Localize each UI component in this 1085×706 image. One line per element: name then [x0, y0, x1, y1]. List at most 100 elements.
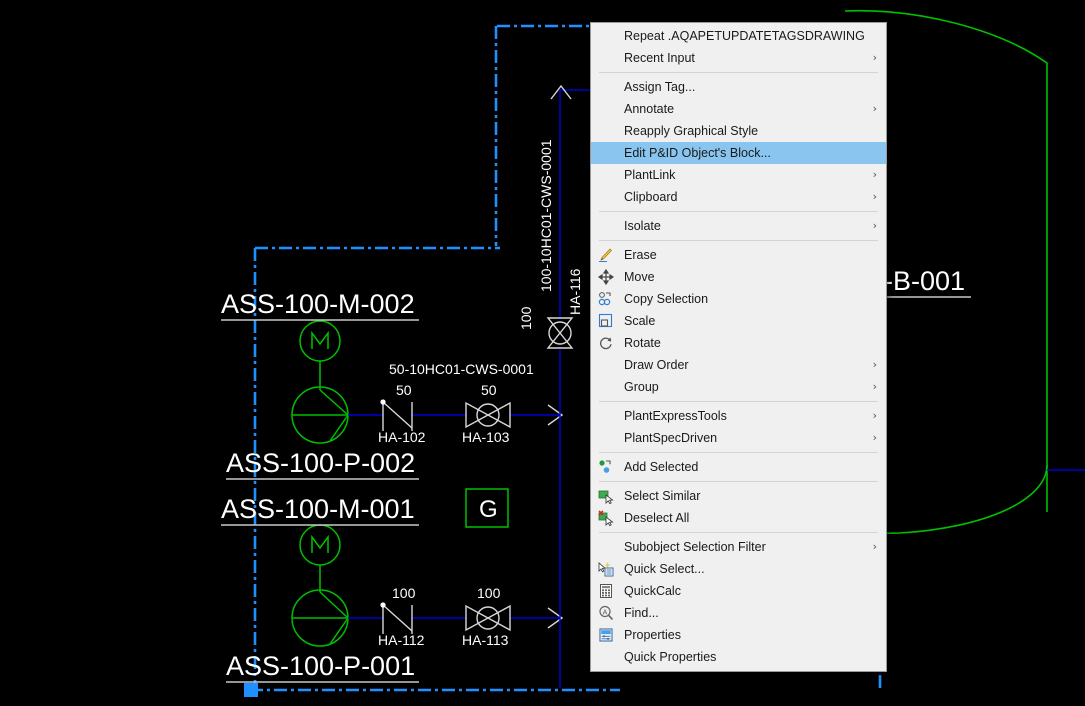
- check-valve-ha-112: [380, 602, 413, 634]
- chevron-right-icon: ›: [872, 190, 877, 203]
- menu-item-edit-pid-objects-block[interactable]: Edit P&ID Object's Block...: [591, 142, 886, 164]
- menu-item-scale[interactable]: Scale: [591, 310, 886, 332]
- tag-text: ASS-100-P-002: [226, 448, 415, 478]
- menu-item-label: Clipboard: [624, 190, 678, 204]
- copy-selection-icon: [598, 291, 614, 307]
- menu-item-properties[interactable]: Properties: [591, 624, 886, 646]
- context-menu[interactable]: Repeat .AQAPETUPDATETAGSDRAWING Recent In…: [590, 22, 887, 672]
- chevron-right-icon: ›: [872, 431, 877, 444]
- menu-item-label: Move: [624, 270, 655, 284]
- menu-item-rotate[interactable]: Rotate: [591, 332, 886, 354]
- menu-item-label: QuickCalc: [624, 584, 681, 598]
- menu-item-plantlink[interactable]: PlantLink ›: [591, 164, 886, 186]
- menu-item-label: Repeat .AQAPETUPDATETAGSDRAWING: [624, 29, 865, 43]
- menu-item-label: PlantExpressTools: [624, 409, 727, 423]
- valve-tag-ha-103: HA-103: [462, 429, 510, 445]
- menu-item-repeat-command[interactable]: Repeat .AQAPETUPDATETAGSDRAWING: [591, 25, 886, 47]
- menu-item-label: Scale: [624, 314, 656, 328]
- menu-item-label: Quick Select...: [624, 562, 705, 576]
- menu-item-quick-select[interactable]: Quick Select...: [591, 558, 886, 580]
- menu-item-isolate[interactable]: Isolate ›: [591, 215, 886, 237]
- tag-text: ASS-100-M-002: [221, 289, 415, 319]
- pipe-tag-50-10hc01-cws-0001: 50-10HC01-CWS-0001: [389, 361, 534, 377]
- motor-m-002: [299, 320, 341, 390]
- menu-item-label: Annotate: [624, 102, 675, 116]
- size-label-100-a: 100: [392, 585, 416, 601]
- chevron-right-icon: ›: [872, 358, 877, 371]
- menu-item-erase[interactable]: Erase: [591, 244, 886, 266]
- menu-item-plantexpresstools[interactable]: PlantExpressTools ›: [591, 405, 886, 427]
- tag-text: -B-001: [884, 266, 965, 296]
- menu-item-label: Reapply Graphical Style: [624, 124, 759, 138]
- chevron-right-icon: ›: [872, 540, 877, 553]
- chevron-right-icon: ›: [872, 51, 877, 64]
- drawing-canvas[interactable]: G ASS-100-M-002 ASS-100-P-002 ASS-100-M-…: [0, 0, 1085, 706]
- menu-item-label: Quick Properties: [624, 650, 717, 664]
- menu-item-label: Isolate: [624, 219, 661, 233]
- menu-item-label: Copy Selection: [624, 292, 709, 306]
- scale-icon: [598, 313, 614, 329]
- menu-item-move[interactable]: Move: [591, 266, 886, 288]
- menu-separator: [599, 532, 878, 533]
- menu-item-label: Assign Tag...: [624, 80, 696, 94]
- menu-separator: [599, 72, 878, 73]
- autocad-plant3d-window: G ASS-100-M-002 ASS-100-P-002 ASS-100-M-…: [0, 0, 1085, 706]
- move-icon: [598, 269, 614, 285]
- menu-item-label: Draw Order: [624, 358, 689, 372]
- menu-item-label: Recent Input: [624, 51, 695, 65]
- menu-item-label: PlantSpecDriven: [624, 431, 718, 445]
- menu-item-plantspecdriven[interactable]: PlantSpecDriven ›: [591, 427, 886, 449]
- menu-item-subobject-selection-filter[interactable]: Subobject Selection Filter ›: [591, 536, 886, 558]
- find-icon: A: [598, 605, 614, 621]
- instrument-g-letter: G: [479, 496, 498, 523]
- menu-separator: [599, 211, 878, 212]
- menu-item-label: Edit P&ID Object's Block...: [624, 146, 771, 160]
- menu-item-assign-tag[interactable]: Assign Tag...: [591, 76, 886, 98]
- menu-item-label: Deselect All: [624, 511, 690, 525]
- chevron-right-icon: ›: [872, 219, 877, 232]
- menu-item-select-similar[interactable]: Select Similar: [591, 485, 886, 507]
- menu-item-quickcalc[interactable]: QuickCalc: [591, 580, 886, 602]
- menu-item-draw-order[interactable]: Draw Order ›: [591, 354, 886, 376]
- size-label-100-header: 100: [518, 306, 534, 330]
- flow-arrow-header-top: [550, 84, 572, 100]
- menu-separator: [599, 401, 878, 402]
- menu-item-quick-properties[interactable]: Quick Properties: [591, 646, 886, 668]
- properties-icon: [598, 627, 614, 643]
- tag-text: ASS-100-P-001: [226, 651, 415, 681]
- menu-item-clipboard[interactable]: Clipboard ›: [591, 186, 886, 208]
- svg-text:A: A: [603, 610, 608, 617]
- pump-p-001: [291, 589, 349, 647]
- valve-ha-113: [465, 604, 511, 632]
- pipe-tag-100-10hc01-cws-0001: 100-10HC01-CWS-0001: [538, 139, 554, 292]
- menu-separator: [599, 452, 878, 453]
- size-label-50-b: 50: [481, 382, 497, 398]
- valve-tag-ha-113: HA-113: [462, 632, 509, 648]
- menu-separator: [599, 240, 878, 241]
- chevron-right-icon: ›: [872, 380, 877, 393]
- menu-item-find[interactable]: A Find...: [591, 602, 886, 624]
- menu-item-copy-selection[interactable]: Copy Selection: [591, 288, 886, 310]
- size-label-50-a: 50: [396, 382, 412, 398]
- menu-item-recent-input[interactable]: Recent Input ›: [591, 47, 886, 69]
- menu-separator: [599, 481, 878, 482]
- chevron-right-icon: ›: [872, 409, 877, 422]
- menu-item-label: PlantLink: [624, 168, 676, 182]
- chevron-right-icon: ›: [872, 102, 877, 115]
- menu-item-reapply-graphical-style[interactable]: Reapply Graphical Style: [591, 120, 886, 142]
- menu-item-label: Properties: [624, 628, 681, 642]
- menu-item-add-selected[interactable]: Add Selected: [591, 456, 886, 478]
- menu-item-label: Add Selected: [624, 460, 699, 474]
- add-selected-icon: [598, 459, 614, 475]
- valve-tag-ha-102: HA-102: [378, 429, 426, 445]
- menu-item-deselect-all[interactable]: Deselect All: [591, 507, 886, 529]
- menu-item-label: Group: [624, 380, 659, 394]
- rotate-icon: [598, 335, 614, 351]
- select-similar-icon: [598, 488, 614, 504]
- valve-ha-103: [465, 401, 511, 429]
- equipment-tag-b-001: -B-001: [884, 266, 971, 298]
- valve-tag-ha-112: HA-112: [378, 632, 425, 648]
- menu-item-group[interactable]: Group ›: [591, 376, 886, 398]
- menu-item-annotate[interactable]: Annotate ›: [591, 98, 886, 120]
- menu-item-label: Rotate: [624, 336, 661, 350]
